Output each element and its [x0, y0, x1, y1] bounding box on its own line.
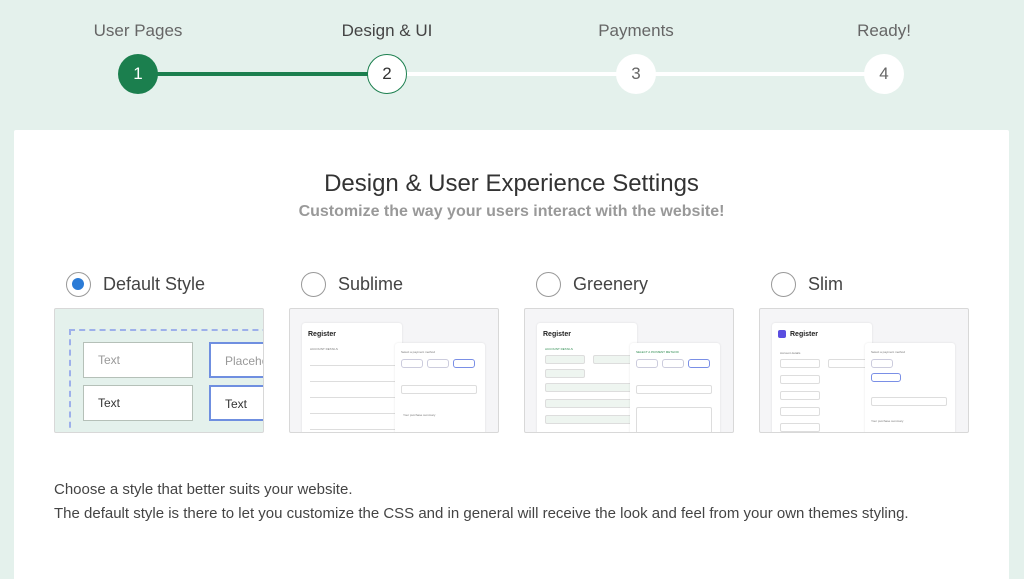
step-circle-1[interactable]: 1 — [118, 54, 158, 94]
description-line-1: Choose a style that better suits your we… — [54, 481, 353, 498]
preview-greenery-pill — [636, 359, 658, 368]
style-radio-row-sublime[interactable]: Sublime — [301, 270, 499, 298]
style-option-greenery[interactable]: Greenery Register ACCOUNT DETAILS SELECT… — [524, 270, 734, 433]
radio-label-sublime[interactable]: Sublime — [338, 274, 403, 295]
preview-greenery-field — [636, 385, 712, 394]
style-option-slim[interactable]: Slim Register Account details Select a p… — [759, 270, 969, 433]
preview-sublime-line — [310, 413, 398, 414]
preview-sublime-register-panel: Register ACCOUNT DETAILS — [302, 323, 402, 432]
preview-sublime-pill-selected — [453, 359, 475, 368]
preview-greenery-field — [545, 399, 633, 408]
preview-sublime-line — [310, 365, 398, 366]
preview-sublime-account-label: ACCOUNT DETAILS — [310, 347, 338, 351]
design-settings-card: Design & User Experience Settings Custom… — [14, 130, 1009, 579]
preview-sublime-payment-label: Select a payment method — [401, 350, 436, 354]
preview-slim-pill-selected — [871, 373, 901, 382]
radio-greenery[interactable] — [536, 271, 561, 297]
preview-greenery-field — [545, 355, 585, 364]
radio-slim[interactable] — [771, 271, 796, 297]
step-circle-2[interactable]: 2 — [367, 54, 407, 94]
preview-greenery-register-title: Register — [543, 331, 572, 338]
style-option-default[interactable]: Default Style Text Placeholder Text Text — [54, 270, 264, 433]
preview-slim-register-panel: Register Account details — [772, 323, 872, 432]
style-radio-row-default[interactable]: Default Style — [66, 270, 264, 298]
preview-slim-payment-label: Select a payment method — [871, 350, 906, 354]
preview-greenery-payment-label: SELECT A PAYMENT METHOD — [636, 350, 679, 354]
preview-field-text-2: Text — [83, 385, 193, 421]
preview-slim-field — [780, 391, 820, 400]
preview-greenery-pill-selected — [688, 359, 710, 368]
preview-field-placeholder: Placeholder — [209, 342, 263, 378]
radio-label-slim[interactable]: Slim — [808, 274, 843, 295]
preview-sublime-line — [310, 429, 398, 430]
preview-sublime-field — [401, 385, 477, 394]
step-label-user-pages[interactable]: User Pages — [94, 21, 183, 41]
preview-sublime-pill — [401, 359, 423, 368]
page-title: Design & User Experience Settings — [324, 170, 699, 197]
step-label-payments[interactable]: Payments — [598, 21, 674, 41]
preview-slim-register-title: Register — [790, 331, 819, 338]
radio-default-style[interactable] — [66, 271, 91, 297]
preview-sublime-line — [310, 397, 398, 398]
preview-slim-field — [780, 359, 820, 368]
preview-greenery-summary-box — [636, 407, 712, 432]
preview-slim-field — [828, 359, 868, 368]
preview-field-text-3: Text — [209, 385, 263, 421]
preview-greenery-field — [545, 415, 633, 424]
style-option-sublime[interactable]: Sublime Register ACCOUNT DETAILS Select … — [289, 270, 499, 433]
preview-slim-logo-icon — [778, 330, 786, 338]
preview-slim[interactable]: Register Account details Select a paymen… — [759, 308, 969, 433]
step-circle-3[interactable]: 3 — [616, 54, 656, 94]
preview-greenery-field — [545, 369, 585, 378]
preview-greenery-field — [593, 355, 633, 364]
preview-sublime-line — [310, 381, 398, 382]
style-description: Choose a style that better suits your we… — [54, 478, 954, 526]
preview-slim-field — [780, 375, 820, 384]
preview-default-style[interactable]: Text Placeholder Text Text — [54, 308, 264, 433]
step-label-ready[interactable]: Ready! — [857, 21, 911, 41]
preview-greenery-field — [545, 383, 633, 392]
preview-greenery-payment-panel: SELECT A PAYMENT METHOD — [630, 343, 720, 432]
preview-slim-field — [780, 407, 820, 416]
preview-sublime-payment-panel: Select a payment method Your purchase su… — [395, 343, 485, 432]
preview-sublime-pill — [427, 359, 449, 368]
preview-greenery-register-panel: Register ACCOUNT DETAILS — [537, 323, 637, 432]
preview-sublime-register-title: Register — [308, 331, 337, 338]
style-radio-row-greenery[interactable]: Greenery — [536, 270, 734, 298]
radio-label-greenery[interactable]: Greenery — [573, 274, 648, 295]
description-line-2: The default style is there to let you cu… — [54, 505, 909, 522]
style-radio-row-slim[interactable]: Slim — [771, 270, 969, 298]
preview-sublime[interactable]: Register ACCOUNT DETAILS Select a paymen… — [289, 308, 499, 433]
preview-greenery-pill — [662, 359, 684, 368]
preview-slim-pill — [871, 359, 893, 368]
step-circle-4[interactable]: 4 — [864, 54, 904, 94]
preview-greenery-account-label: ACCOUNT DETAILS — [545, 347, 573, 351]
preview-slim-field — [871, 397, 947, 406]
radio-label-default-style[interactable]: Default Style — [103, 274, 205, 295]
stepper-progress-line-complete — [138, 72, 387, 76]
preview-slim-account-label: Account details — [780, 351, 801, 355]
preview-slim-summary-label: Your purchase summary — [871, 419, 904, 423]
preview-slim-payment-panel: Select a payment method Your purchase su… — [865, 343, 955, 432]
page-subtitle: Customize the way your users interact wi… — [298, 203, 725, 220]
step-label-design-ui[interactable]: Design & UI — [342, 21, 433, 41]
preview-sublime-summary-label: Your purchase summary — [403, 413, 436, 417]
radio-sublime[interactable] — [301, 271, 326, 297]
preview-greenery[interactable]: Register ACCOUNT DETAILS SELECT A PAYMEN… — [524, 308, 734, 433]
preview-field-text: Text — [83, 342, 193, 378]
preview-slim-field — [780, 423, 820, 432]
